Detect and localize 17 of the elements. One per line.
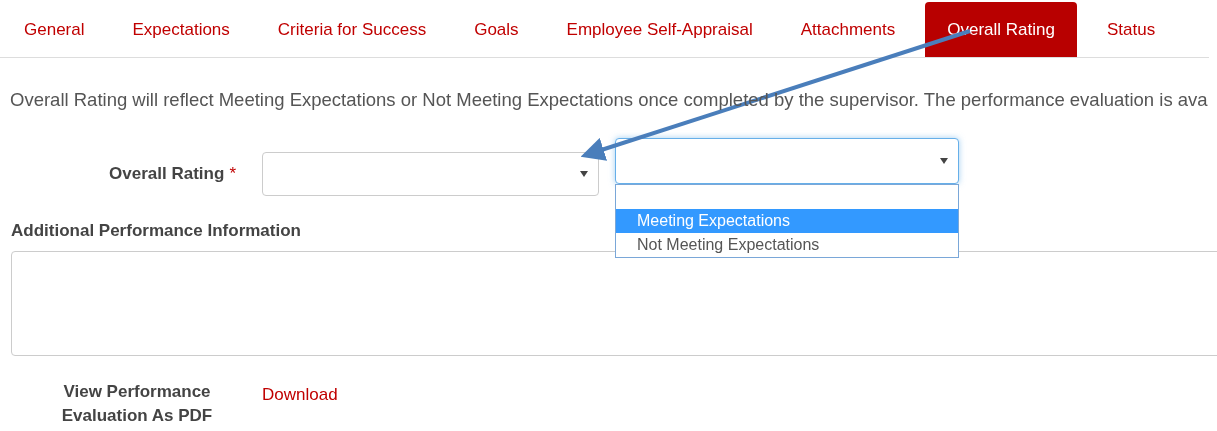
tab[interactable]: Goals — [456, 2, 537, 57]
rating-select[interactable] — [262, 151, 599, 196]
required-mark: * — [229, 163, 236, 185]
caret-icon — [580, 170, 588, 177]
tab[interactable]: Status — [1088, 2, 1174, 57]
tab[interactable]: Attachments — [782, 2, 914, 57]
tab[interactable]: General — [6, 2, 103, 57]
field-label: Overall Rating — [109, 163, 225, 185]
caret-icon — [940, 158, 948, 164]
open-select[interactable] — [615, 138, 959, 184]
download-link[interactable]: Download — [262, 382, 338, 405]
field-label: View Performance Evaluation As PDF — [60, 381, 214, 428]
section-label: Additional Performance Information — [11, 219, 301, 242]
tab[interactable]: Expectations — [114, 2, 248, 57]
dropdown-option[interactable]: Not Meeting Expectations — [616, 233, 958, 257]
tab[interactable]: Criteria for Success — [259, 2, 445, 57]
tab[interactable]: Employee Self-Appraisal — [548, 2, 771, 57]
